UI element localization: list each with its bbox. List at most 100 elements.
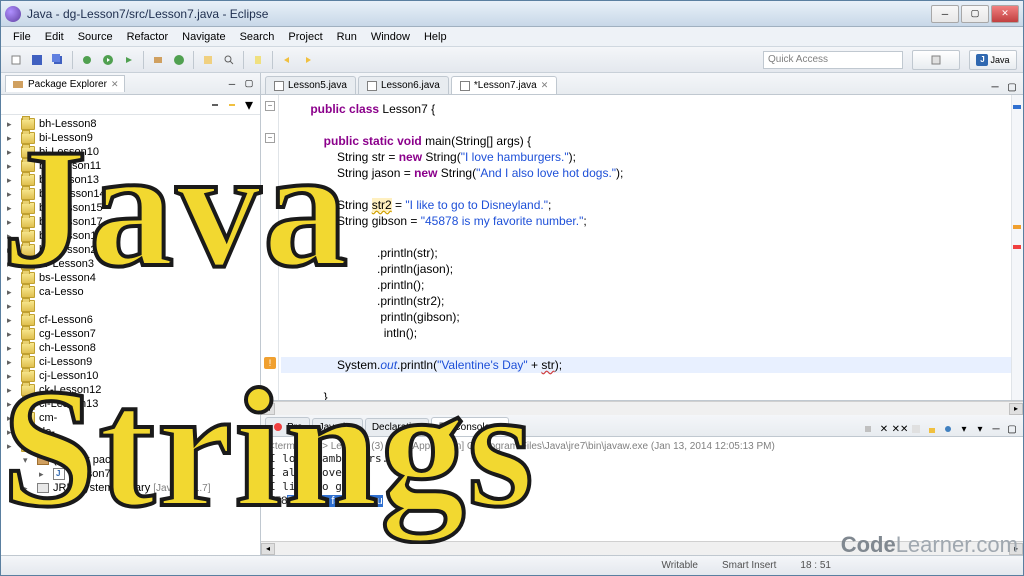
expand-arrow[interactable]: ▸ — [7, 245, 17, 256]
run-last-button[interactable] — [120, 51, 138, 69]
toggle-mark-button[interactable] — [249, 51, 267, 69]
open-type-button[interactable] — [199, 51, 217, 69]
forward-button[interactable] — [299, 51, 317, 69]
editor-tab-lesson5[interactable]: Lesson5.java — [265, 76, 356, 94]
clear-console-button[interactable] — [909, 422, 923, 436]
tree-item[interactable]: ▸bs-Lesson4 — [1, 271, 260, 285]
tree-item[interactable]: ▸cf-Lesson6 — [1, 313, 260, 327]
expand-arrow[interactable]: ▸ — [7, 287, 17, 298]
tree-item[interactable]: ▸ — [1, 299, 260, 313]
new-button[interactable] — [7, 51, 25, 69]
open-perspective-button[interactable] — [912, 50, 960, 70]
run-button[interactable] — [99, 51, 117, 69]
terminate-button[interactable] — [861, 422, 875, 436]
expand-arrow[interactable]: ▸ — [7, 413, 17, 424]
expand-arrow[interactable]: ▸ — [7, 427, 17, 438]
tree-item[interactable]: ▸bn-Lesson15 — [1, 201, 260, 215]
menu-run[interactable]: Run — [331, 29, 363, 45]
fold-toggle[interactable]: − — [265, 133, 275, 143]
collapse-all-button[interactable] — [208, 98, 222, 112]
project-tree[interactable]: ▸bh-Lesson8▸bi-Lesson9▸bj-Lesson10▸bk-Le… — [1, 115, 260, 555]
expand-arrow[interactable]: ▸ — [7, 343, 17, 354]
code-editor[interactable]: − public class Lesson7 { − public static… — [261, 95, 1023, 401]
expand-arrow[interactable]: ▸ — [7, 217, 17, 228]
tree-item[interactable]: ▾(default package) — [1, 453, 260, 467]
expand-arrow[interactable]: ▸ — [7, 119, 17, 130]
close-tab-icon[interactable]: ✕ — [541, 80, 549, 91]
declaration-tab[interactable]: Declaration — [365, 418, 430, 436]
fold-toggle[interactable]: − — [265, 101, 275, 111]
tree-item[interactable]: ▸ci-Lesson9 — [1, 355, 260, 369]
open-console-button[interactable]: ▾ — [973, 422, 987, 436]
maximize-pane-button[interactable]: ▢ — [242, 77, 256, 91]
menu-edit[interactable]: Edit — [39, 29, 70, 45]
tree-item[interactable]: ▸bj-Lesson10 — [1, 145, 260, 159]
maximize-console-button[interactable]: ▢ — [1005, 422, 1019, 436]
tree-item[interactable]: ▸de- — [1, 425, 260, 439]
minimize-editor-button[interactable]: ─ — [988, 80, 1002, 94]
remove-launch-button[interactable]: ✕ — [877, 422, 891, 436]
error-marker[interactable]: ! — [264, 357, 276, 369]
menu-navigate[interactable]: Navigate — [176, 29, 231, 45]
view-menu-button[interactable]: ▾ — [242, 98, 256, 112]
tree-item[interactable]: ▸cj-Lesson10 — [1, 369, 260, 383]
close-tab-icon[interactable]: ✕ — [493, 422, 501, 433]
scroll-right-button[interactable]: ▸ — [1009, 403, 1023, 415]
problems-tab[interactable]: Pro — [265, 417, 310, 436]
java-perspective-button[interactable]: JJava — [969, 50, 1017, 70]
display-selected-button[interactable]: ▾ — [957, 422, 971, 436]
minimize-console-button[interactable]: ─ — [989, 422, 1003, 436]
expand-arrow[interactable]: ▸ — [7, 133, 17, 144]
new-class-button[interactable] — [170, 51, 188, 69]
remove-all-button[interactable]: ✕✕ — [893, 422, 907, 436]
scroll-left-button[interactable]: ◂ — [261, 403, 275, 415]
scroll-left-button[interactable]: ◂ — [261, 543, 275, 555]
menu-source[interactable]: Source — [72, 29, 119, 45]
expand-arrow[interactable]: ▸ — [7, 231, 17, 242]
tree-item[interactable]: ▸bh-Lesson8 — [1, 117, 260, 131]
tree-item[interactable]: ▸ch-Lesson8 — [1, 341, 260, 355]
expand-arrow[interactable]: ▸ — [7, 441, 17, 452]
tree-item[interactable]: ▸bk-Lesson11 — [1, 159, 260, 173]
menu-help[interactable]: Help — [418, 29, 453, 45]
pin-console-button[interactable] — [941, 422, 955, 436]
close-button[interactable]: ✕ — [991, 5, 1019, 23]
tree-item[interactable]: ▸bq-Lesson2 — [1, 243, 260, 257]
link-editor-button[interactable] — [225, 98, 239, 112]
console-hscrollbar[interactable]: ◂ ▸ — [261, 541, 1023, 555]
tree-item[interactable]: ▸cm- — [1, 411, 260, 425]
tree-item[interactable]: ▸Lesson7.java — [1, 467, 260, 481]
tree-item[interactable]: ▸JRE System Library [JavaSE-1.7] — [1, 481, 260, 495]
menu-file[interactable]: File — [7, 29, 37, 45]
tree-item[interactable]: ▸bp-Lesson1 — [1, 229, 260, 243]
tree-item[interactable]: ▸bo-Lesson17 — [1, 215, 260, 229]
editor-hscrollbar[interactable]: ◂ ▸ — [261, 401, 1023, 415]
console-output[interactable]: <terminated> Lesson7 (3) [Java Applicati… — [261, 437, 1023, 541]
save-all-button[interactable] — [49, 51, 67, 69]
minimize-pane-button[interactable]: ─ — [225, 77, 239, 91]
close-tab-icon[interactable]: ✕ — [111, 79, 119, 90]
editor-tab-lesson6[interactable]: Lesson6.java — [358, 76, 449, 94]
tree-item[interactable]: ▸br-Lesson3 — [1, 257, 260, 271]
minimize-button[interactable]: ─ — [931, 5, 959, 23]
package-explorer-tab[interactable]: Package Explorer ✕ — [5, 75, 125, 92]
expand-arrow[interactable]: ▸ — [7, 357, 17, 368]
menu-window[interactable]: Window — [365, 29, 416, 45]
debug-button[interactable] — [78, 51, 96, 69]
expand-arrow[interactable]: ▸ — [7, 175, 17, 186]
expand-arrow[interactable]: ▸ — [7, 259, 17, 270]
expand-arrow[interactable]: ▸ — [7, 329, 17, 340]
tree-item[interactable]: ▸cg-Lesson7 — [1, 327, 260, 341]
maximize-editor-button[interactable]: ▢ — [1005, 80, 1019, 94]
expand-arrow[interactable]: ▸ — [7, 203, 17, 214]
expand-arrow[interactable]: ▸ — [7, 147, 17, 158]
expand-arrow[interactable]: ▸ — [7, 301, 17, 312]
expand-arrow[interactable]: ▸ — [7, 189, 17, 200]
tree-item[interactable]: ▸ca-Lesso — [1, 285, 260, 299]
maximize-button[interactable]: ▢ — [961, 5, 989, 23]
expand-arrow[interactable]: ▸ — [7, 315, 17, 326]
tree-item[interactable]: ▸son6 — [1, 439, 260, 453]
tree-item[interactable]: ▸bm-Lesson14 — [1, 187, 260, 201]
menu-project[interactable]: Project — [282, 29, 328, 45]
tree-item[interactable]: ▸ck-Lesson12 — [1, 383, 260, 397]
